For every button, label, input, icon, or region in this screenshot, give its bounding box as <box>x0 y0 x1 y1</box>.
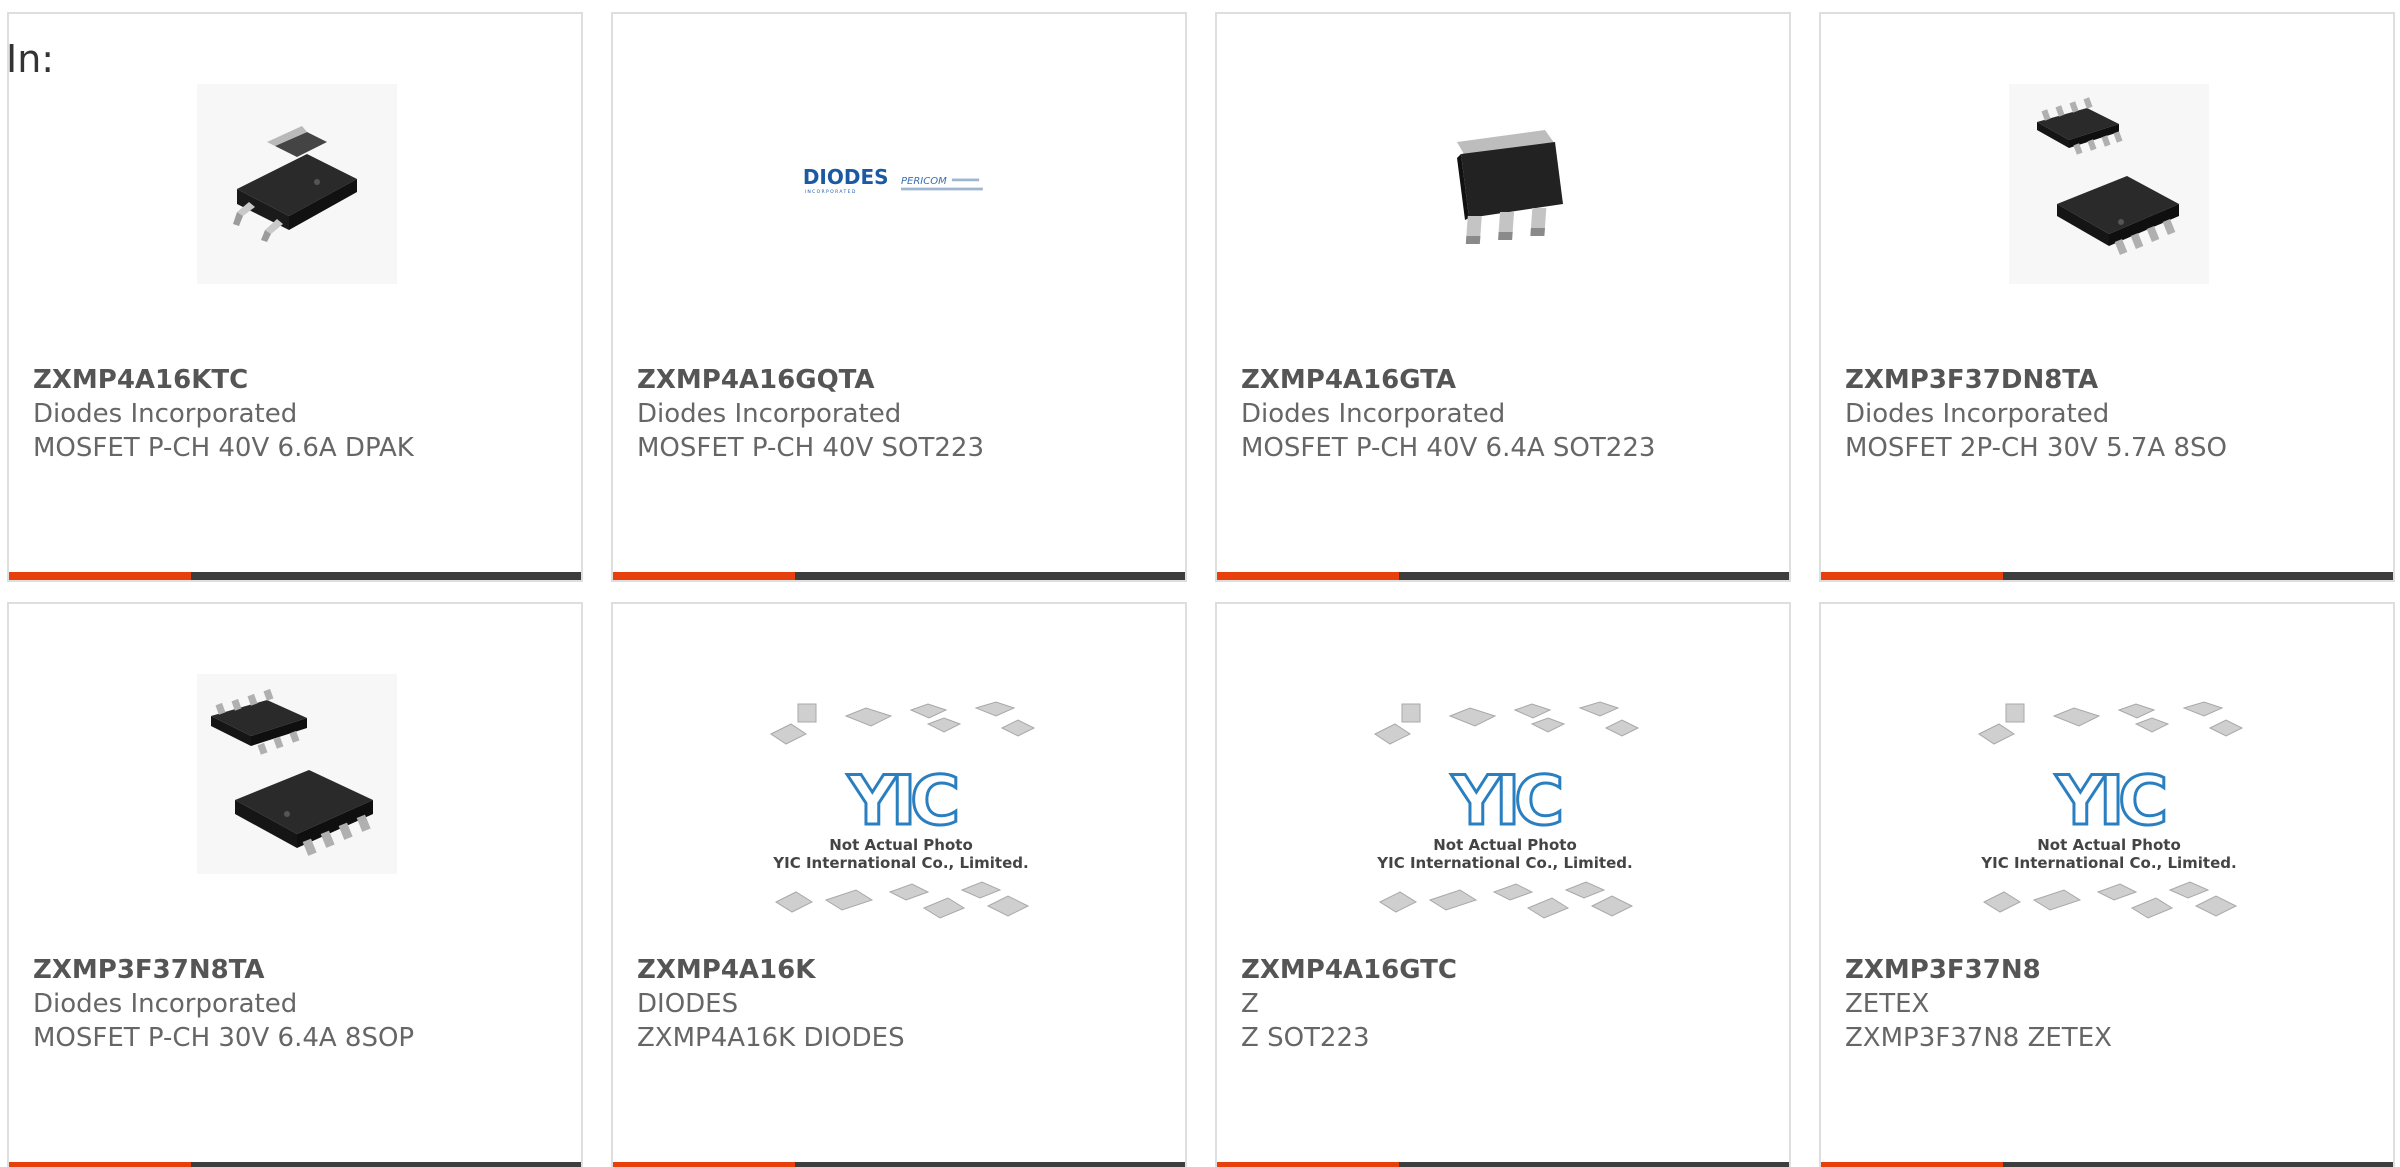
description: MOSFET P-CH 40V 6.6A DPAK <box>33 433 414 463</box>
yic-logo: YIC <box>847 762 957 841</box>
card-footer-bar <box>9 1162 581 1167</box>
product-image[interactable] <box>2009 84 2209 284</box>
part-number[interactable]: ZXMP3F37N8TA <box>33 954 265 988</box>
description: MOSFET 2P-CH 30V 5.7A 8SO <box>1845 433 2227 463</box>
product-card[interactable]: YIC Not Actual Photo YIC International C… <box>611 602 1187 1167</box>
part-number[interactable]: ZXMP4A16KTC <box>33 364 248 398</box>
description: ZXMP4A16K DIODES <box>637 1023 905 1053</box>
so8-package-icon <box>2009 84 2209 284</box>
diodes-tagline-text: INCORPORATED <box>805 189 857 195</box>
product-card[interactable]: DIODES INCORPORATED PERICOM ZXMP4A16GQTA… <box>611 12 1187 582</box>
filter-in-label: In: <box>6 37 55 81</box>
manufacturer: ZETEX <box>1845 989 1930 1019</box>
product-image[interactable] <box>1405 84 1605 284</box>
diodes-logo: DIODES INCORPORATED PERICOM <box>803 165 983 195</box>
placeholder-line2: YIC International Co., Limited. <box>1980 854 2236 872</box>
manufacturer: DIODES <box>637 989 739 1019</box>
product-image[interactable] <box>197 84 397 284</box>
product-card[interactable]: ZXMP4A16KTC Diodes Incorporated MOSFET P… <box>7 12 583 582</box>
placeholder-line2: YIC International Co., Limited. <box>1376 854 1632 872</box>
part-number[interactable]: ZXMP4A16GQTA <box>637 364 875 398</box>
manufacturer: Z <box>1241 989 1259 1019</box>
pericom-brand-text: PERICOM <box>901 176 947 187</box>
card-footer-bar <box>1217 1162 1789 1167</box>
description: ZXMP3F37N8 ZETEX <box>1845 1023 2112 1053</box>
manufacturer: Diodes Incorporated <box>33 399 298 429</box>
product-card[interactable]: YIC Not Actual Photo YIC International C… <box>1819 602 2395 1167</box>
card-accent-bar <box>1821 1162 2003 1167</box>
part-number[interactable]: ZXMP3F37DN8TA <box>1845 364 2098 398</box>
manufacturer: Diodes Incorporated <box>637 399 902 429</box>
card-footer-bar <box>9 572 581 580</box>
card-footer-bar <box>1821 1162 2393 1167</box>
part-number[interactable]: ZXMP4A16GTA <box>1241 364 1456 398</box>
card-accent-bar <box>9 1162 191 1167</box>
description: MOSFET P-CH 40V SOT223 <box>637 433 985 463</box>
description: Z SOT223 <box>1241 1023 1370 1053</box>
card-accent-bar <box>9 572 191 580</box>
diodes-brand-text: DIODES <box>803 165 889 189</box>
placeholder-line2: YIC International Co., Limited. <box>772 854 1028 872</box>
description: MOSFET P-CH 40V 6.4A SOT223 <box>1241 433 1656 463</box>
description: MOSFET P-CH 30V 6.4A 8SOP <box>33 1023 415 1053</box>
part-number[interactable]: ZXMP4A16K <box>637 954 815 988</box>
yic-logo: YIC <box>2055 762 2165 841</box>
card-accent-bar <box>613 572 795 580</box>
so8-package-icon <box>197 674 397 874</box>
placeholder-photo-icon: YIC Not Actual Photo YIC International C… <box>1374 701 1640 919</box>
yic-logo: YIC <box>1451 762 1561 841</box>
card-footer-bar <box>613 572 1185 580</box>
sot223-package-icon <box>1457 130 1563 244</box>
manufacturer: Diodes Incorporated <box>1241 399 1506 429</box>
part-number[interactable]: ZXMP3F37N8 <box>1845 954 2041 988</box>
part-number[interactable]: ZXMP4A16GTC <box>1241 954 1457 988</box>
card-footer-bar <box>1217 572 1789 580</box>
card-accent-bar <box>1821 572 2003 580</box>
placeholder-line1: Not Actual Photo <box>1433 836 1577 854</box>
product-image[interactable]: YIC Not Actual Photo YIC International C… <box>1370 694 1640 934</box>
placeholder-line1: Not Actual Photo <box>829 836 973 854</box>
product-image[interactable] <box>197 674 397 874</box>
placeholder-line1: Not Actual Photo <box>2037 836 2181 854</box>
manufacturer: Diodes Incorporated <box>33 989 298 1019</box>
product-card[interactable]: ZXMP3F37DN8TA Diodes Incorporated MOSFET… <box>1819 12 2395 582</box>
placeholder-photo-icon: YIC Not Actual Photo YIC International C… <box>770 701 1036 919</box>
card-accent-bar <box>1217 572 1399 580</box>
card-accent-bar <box>1217 1162 1399 1167</box>
placeholder-photo-icon: YIC Not Actual Photo YIC International C… <box>1978 701 2244 919</box>
manufacturer: Diodes Incorporated <box>1845 399 2110 429</box>
card-accent-bar <box>613 1162 795 1167</box>
product-image[interactable]: YIC Not Actual Photo YIC International C… <box>766 694 1036 934</box>
product-grid-page: In: ZXMP4A16KTC Diodes Incorporated MOSF… <box>0 0 2400 1167</box>
product-card[interactable]: YIC Not Actual Photo YIC International C… <box>1215 602 1791 1167</box>
product-image[interactable]: DIODES INCORPORATED PERICOM <box>801 84 1001 284</box>
card-footer-bar <box>1821 572 2393 580</box>
product-image[interactable]: YIC Not Actual Photo YIC International C… <box>1974 694 2244 934</box>
product-card[interactable]: ZXMP3F37N8TA Diodes Incorporated MOSFET … <box>7 602 583 1167</box>
product-card[interactable]: ZXMP4A16GTA Diodes Incorporated MOSFET P… <box>1215 12 1791 582</box>
dpak-package-icon <box>197 84 397 284</box>
card-footer-bar <box>613 1162 1185 1167</box>
